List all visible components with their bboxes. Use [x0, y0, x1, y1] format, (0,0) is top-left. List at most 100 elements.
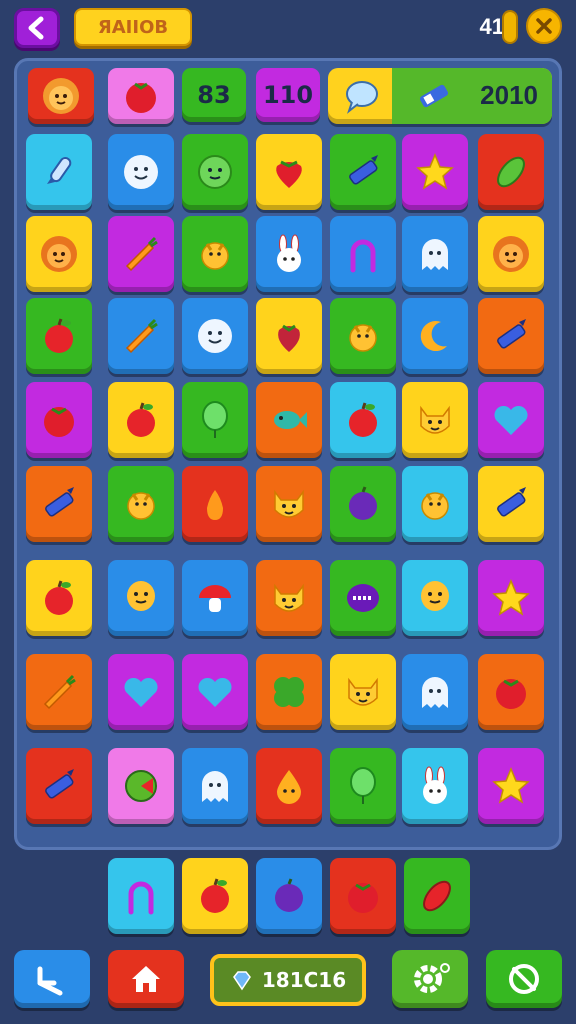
- balloon-icon: [350, 767, 376, 804]
- tile-balloon-face[interactable]: [108, 560, 174, 636]
- tile-crayon[interactable]: [478, 466, 544, 542]
- tile-carrot[interactable]: [26, 654, 92, 730]
- tile-number-83[interactable]: 83: [182, 68, 246, 122]
- tray-tile-plum[interactable]: [256, 858, 322, 934]
- tile-smiley-face[interactable]: [182, 298, 248, 374]
- tile-star[interactable]: [478, 748, 544, 824]
- tile-carrot[interactable]: [108, 298, 174, 374]
- tile-crayon[interactable]: [330, 134, 396, 210]
- tile-apple[interactable]: [26, 298, 92, 374]
- tile-cat-face[interactable]: [402, 382, 468, 458]
- tile-tomato[interactable]: [478, 654, 544, 730]
- tile-heart[interactable]: [478, 382, 544, 458]
- tile-drop-face[interactable]: [256, 748, 322, 824]
- tile-cat-face[interactable]: [256, 466, 322, 542]
- tile-horseshoe[interactable]: [330, 216, 396, 292]
- tile-apple[interactable]: [26, 560, 92, 636]
- tile-tomato[interactable]: [108, 68, 174, 124]
- tile-star[interactable]: [478, 560, 544, 636]
- tile-number-110[interactable]: 110: [256, 68, 320, 122]
- home-icon: [132, 966, 160, 992]
- tile-pear[interactable]: [182, 466, 248, 542]
- tray-tile-horseshoe[interactable]: [108, 858, 174, 934]
- tile-apple[interactable]: [108, 382, 174, 458]
- rocket-icon: [47, 156, 72, 184]
- tile-ghost[interactable]: [182, 748, 248, 824]
- undo-button[interactable]: [14, 950, 90, 1008]
- tile-bird[interactable]: [402, 466, 468, 542]
- tile-bird[interactable]: [108, 466, 174, 542]
- tile-bunny[interactable]: [256, 216, 322, 292]
- heart-icon: [198, 677, 232, 707]
- tile-lion-face[interactable]: [478, 216, 544, 292]
- plum-icon: [275, 878, 303, 912]
- tile-fish[interactable]: [256, 382, 322, 458]
- star-icon: [416, 153, 454, 190]
- tile-clover[interactable]: [256, 654, 322, 730]
- smiley-face-icon: [198, 319, 232, 353]
- tile-monster[interactable]: [330, 560, 396, 636]
- settings-button[interactable]: [392, 950, 468, 1008]
- crayon-icon: [45, 487, 74, 517]
- tile-bunny[interactable]: [402, 748, 468, 824]
- tray-tile-tomato[interactable]: [330, 858, 396, 934]
- tile-cat-face[interactable]: [256, 560, 322, 636]
- tile-melon[interactable]: [108, 748, 174, 824]
- crayon-icon: [45, 769, 74, 799]
- shuffle-button[interactable]: [486, 950, 562, 1008]
- tile-carrot[interactable]: [108, 216, 174, 292]
- ghost-icon: [422, 239, 448, 270]
- tile-bird[interactable]: [182, 216, 248, 292]
- tile-heart[interactable]: [108, 654, 174, 730]
- tile-balloon[interactable]: [182, 382, 248, 458]
- tile-lion-face[interactable]: [28, 68, 94, 124]
- tray-tile-leaf[interactable]: [404, 858, 470, 934]
- tray-tile-apple[interactable]: [182, 858, 248, 934]
- lion-face-icon: [43, 78, 79, 114]
- tile-heart[interactable]: [182, 654, 248, 730]
- fish-icon: [274, 411, 307, 429]
- plum-icon: [349, 486, 377, 520]
- horseshoe-icon: [350, 239, 376, 273]
- back-button[interactable]: [14, 8, 60, 48]
- tile-moon[interactable]: [402, 298, 468, 374]
- pear-icon: [207, 490, 223, 520]
- tile-ghost[interactable]: [402, 216, 468, 292]
- tile-bird[interactable]: [330, 298, 396, 374]
- tile-balloon[interactable]: [330, 748, 396, 824]
- tile-smiley-face[interactable]: [108, 134, 174, 210]
- tile-plum[interactable]: [330, 466, 396, 542]
- star-icon: [492, 579, 530, 616]
- balloon-face-icon: [127, 581, 155, 611]
- strawberry-icon: [276, 160, 302, 188]
- tile-rocket[interactable]: [26, 134, 92, 210]
- bird-icon: [201, 242, 229, 270]
- tile-ghost[interactable]: [402, 654, 468, 730]
- tile-mushroom[interactable]: [182, 560, 248, 636]
- tile-green-face[interactable]: [182, 134, 248, 210]
- cat-face-icon: [274, 583, 304, 612]
- gem-score-value: 181C16: [261, 968, 347, 992]
- level-title-badge: ЯAIIOB: [74, 8, 192, 46]
- tile-strawberry[interactable]: [256, 134, 322, 210]
- tile-lion-face[interactable]: [26, 216, 92, 292]
- gem-icon: [232, 971, 251, 991]
- pickle-icon: [497, 156, 525, 188]
- tile-pickle[interactable]: [478, 134, 544, 210]
- tile-crayon[interactable]: [26, 466, 92, 542]
- tile-crayon[interactable]: [478, 298, 544, 374]
- tile-crayon[interactable]: [26, 748, 92, 824]
- bunny-icon: [423, 766, 447, 804]
- tile-balloon-face[interactable]: [402, 560, 468, 636]
- cat-face-icon: [348, 677, 378, 706]
- apple-icon: [349, 402, 377, 437]
- home-button[interactable]: [108, 950, 184, 1008]
- tile-star[interactable]: [402, 134, 468, 210]
- tile-berry[interactable]: [256, 298, 322, 374]
- close-button[interactable]: [526, 8, 562, 44]
- green-face-icon: [198, 155, 232, 189]
- tile-apple[interactable]: [330, 382, 396, 458]
- bird-icon: [421, 492, 449, 520]
- tile-cat-face[interactable]: [330, 654, 396, 730]
- tile-tomato[interactable]: [26, 382, 92, 458]
